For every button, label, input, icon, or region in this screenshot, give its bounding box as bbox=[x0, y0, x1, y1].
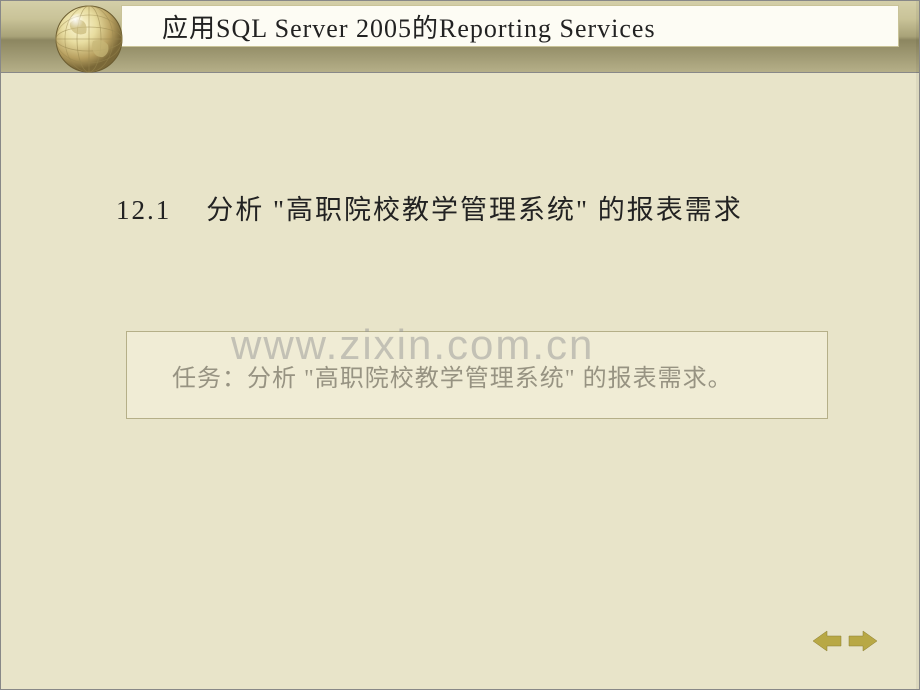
slide-container: 应用SQL Server 2005的Reporting Services bbox=[0, 0, 920, 690]
slide-title: 应用SQL Server 2005的Reporting Services bbox=[162, 8, 656, 45]
nav-arrows bbox=[813, 629, 877, 653]
section-heading: 12.1 分析 "高职院校教学管理系统" 的报表需求 bbox=[116, 188, 743, 227]
scrollbar[interactable] bbox=[916, 1, 919, 689]
header-bar: 应用SQL Server 2005的Reporting Services bbox=[1, 1, 919, 73]
arrow-left-icon bbox=[813, 629, 843, 653]
section-number: 12.1 bbox=[116, 195, 171, 225]
prev-button[interactable] bbox=[813, 629, 843, 653]
next-button[interactable] bbox=[847, 629, 877, 653]
section-title: 分析 "高职院校教学管理系统" 的报表需求 bbox=[206, 195, 743, 225]
task-box: 任务：分析 "高职院校教学管理系统" 的报表需求。 bbox=[126, 331, 828, 419]
globe-icon bbox=[53, 3, 125, 75]
arrow-right-icon bbox=[847, 629, 877, 653]
content-area: 12.1 分析 "高职院校教学管理系统" 的报表需求 www.zixin.com… bbox=[1, 73, 919, 689]
title-strip: 应用SQL Server 2005的Reporting Services bbox=[121, 5, 899, 47]
task-text: 任务：分析 "高职院校教学管理系统" 的报表需求。 bbox=[172, 358, 733, 393]
